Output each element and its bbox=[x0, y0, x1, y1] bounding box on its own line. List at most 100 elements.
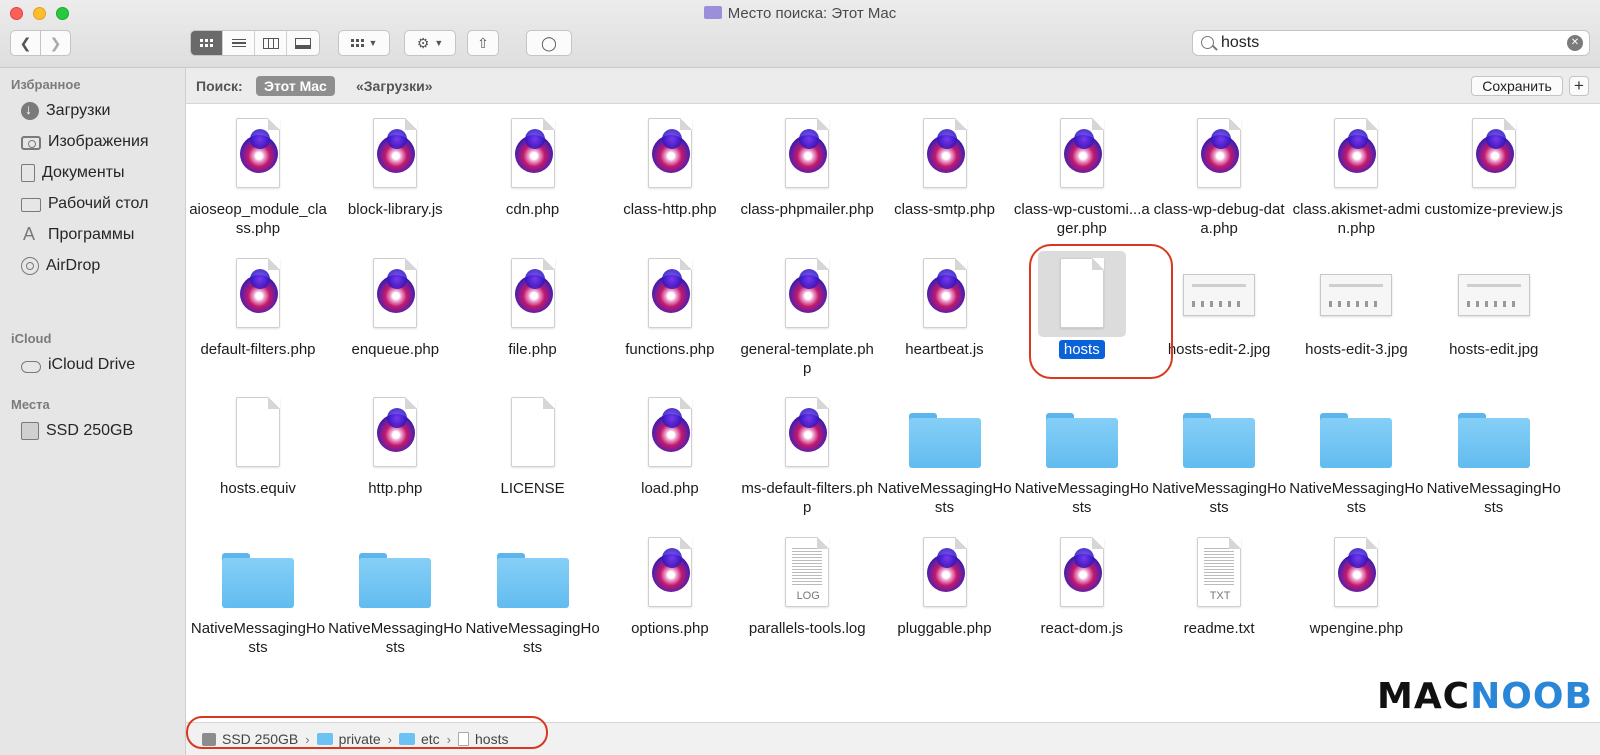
file-item[interactable]: hosts-edit-2.jpg bbox=[1149, 246, 1289, 386]
file-item[interactable]: class-wp-debug-data.php bbox=[1149, 106, 1289, 246]
folder-icon bbox=[1320, 395, 1393, 470]
search-scope-bar: Поиск: Этот Mac «Загрузки» Сохранить + bbox=[186, 68, 1600, 104]
sidebar-item-label: AirDrop bbox=[46, 257, 101, 274]
file-item[interactable]: functions.php bbox=[600, 246, 740, 386]
group-by-button[interactable]: ▼ bbox=[338, 30, 390, 56]
documents-icon bbox=[21, 164, 35, 182]
sidebar-item-favorites-1[interactable]: Изображения bbox=[21, 130, 149, 154]
file-item[interactable]: class-http.php bbox=[600, 106, 740, 246]
file-item[interactable]: class-phpmailer.php bbox=[737, 106, 877, 246]
sidebar-item-favorites-2[interactable]: Документы bbox=[21, 161, 124, 185]
file-item[interactable]: LICENSE bbox=[463, 385, 603, 525]
file-item[interactable]: http.php bbox=[325, 385, 465, 525]
file-name: NativeMessagingHosts bbox=[1426, 480, 1561, 516]
file-item[interactable]: hosts-edit-3.jpg bbox=[1286, 246, 1426, 386]
file-name: NativeMessagingHosts bbox=[1014, 480, 1149, 516]
file-name-container: NativeMessagingHosts bbox=[1012, 479, 1152, 517]
path-bar: SSD 250GB › private › etc › hosts bbox=[186, 722, 1600, 755]
file-item[interactable]: hosts.equiv bbox=[188, 385, 328, 525]
add-criteria-button[interactable]: + bbox=[1569, 76, 1589, 96]
file-item[interactable]: class-wp-customi...ager.php bbox=[1012, 106, 1152, 246]
file-name: react-dom.js bbox=[1040, 619, 1124, 637]
file-name-container: file.php bbox=[463, 340, 603, 359]
folder-icon bbox=[1457, 395, 1530, 470]
file-item[interactable]: react-dom.js bbox=[1012, 525, 1152, 665]
file-item[interactable]: NativeMessagingHosts bbox=[1286, 385, 1426, 525]
file-name-container: react-dom.js bbox=[1012, 619, 1152, 638]
share-button[interactable]: ⇧ bbox=[467, 30, 499, 56]
file-name: hosts bbox=[1058, 339, 1105, 359]
path-separator-icon: › bbox=[305, 731, 310, 747]
clear-search-icon[interactable]: ✕ bbox=[1567, 35, 1583, 51]
file-name-container: heartbeat.js bbox=[875, 340, 1015, 359]
file-item[interactable]: NativeMessagingHosts bbox=[1012, 385, 1152, 525]
file-item[interactable]: file.php bbox=[463, 246, 603, 386]
file-name-container: http.php bbox=[325, 479, 465, 498]
file-item[interactable]: class-smtp.php bbox=[875, 106, 1015, 246]
file-item[interactable]: NativeMessagingHosts bbox=[1424, 385, 1564, 525]
tags-button[interactable]: ◯ bbox=[526, 30, 572, 56]
path-item[interactable]: etc bbox=[398, 731, 440, 747]
sidebar-item-favorites-0[interactable]: Загрузки bbox=[21, 99, 110, 123]
file-name-container: block-library.js bbox=[325, 200, 465, 219]
php-file-icon bbox=[359, 395, 431, 470]
sidebar-item-favorites-5[interactable]: AirDrop bbox=[21, 254, 100, 278]
forward-button[interactable]: ❯ bbox=[40, 30, 71, 56]
file-name: readme.txt bbox=[1183, 619, 1255, 637]
sidebar-item-icloud-0[interactable]: iCloud Drive bbox=[21, 353, 135, 377]
file-name-container: load.php bbox=[600, 479, 740, 498]
file-item[interactable]: NativeMessagingHosts bbox=[1149, 385, 1289, 525]
file-item[interactable]: NativeMessagingHosts bbox=[325, 525, 465, 665]
file-item[interactable]: LOG parallels-tools.log bbox=[737, 525, 877, 665]
file-name: default-filters.php bbox=[200, 340, 316, 358]
scope-downloads[interactable]: «Загрузки» bbox=[356, 78, 433, 94]
file-item[interactable]: pluggable.php bbox=[875, 525, 1015, 665]
file-item[interactable]: ms-default-filters.php bbox=[737, 385, 877, 525]
file-item[interactable]: hosts bbox=[1012, 246, 1152, 386]
search-input[interactable] bbox=[1221, 33, 1551, 53]
scope-this-mac[interactable]: Этот Mac bbox=[256, 76, 335, 96]
file-item[interactable]: block-library.js bbox=[325, 106, 465, 246]
path-item[interactable]: private bbox=[316, 731, 381, 747]
sidebar-item-favorites-4[interactable]: Программы bbox=[21, 223, 134, 247]
file-item[interactable]: TXT readme.txt bbox=[1149, 525, 1289, 665]
file-item[interactable]: NativeMessagingHosts bbox=[875, 385, 1015, 525]
disk-icon bbox=[21, 422, 39, 440]
file-name: load.php bbox=[641, 480, 699, 497]
file-item[interactable]: default-filters.php bbox=[188, 246, 328, 386]
file-item[interactable]: enqueue.php bbox=[325, 246, 465, 386]
file-item[interactable]: wpengine.php bbox=[1286, 525, 1426, 665]
file-item[interactable]: general-template.php bbox=[737, 246, 877, 386]
search-field[interactable]: ✕ bbox=[1192, 30, 1590, 56]
back-button[interactable]: ❮ bbox=[10, 30, 41, 56]
path-item[interactable]: SSD 250GB bbox=[202, 731, 298, 747]
sidebar-heading-icloud: iCloud bbox=[11, 331, 52, 346]
path-item[interactable]: hosts bbox=[458, 731, 508, 747]
sidebar-item-favorites-3[interactable]: Рабочий стол bbox=[21, 192, 148, 216]
file-item[interactable]: hosts-edit.jpg bbox=[1424, 246, 1564, 386]
sidebar-item-label: iCloud Drive bbox=[48, 356, 136, 373]
file-name-container: customize-preview.js bbox=[1424, 200, 1564, 219]
file-item[interactable]: NativeMessagingHosts bbox=[188, 525, 328, 665]
file-item[interactable]: cdn.php bbox=[463, 106, 603, 246]
search-folder-icon bbox=[703, 6, 722, 19]
gallery-view-button[interactable] bbox=[287, 31, 319, 55]
action-menu-button[interactable]: ⚙ ▼ bbox=[404, 30, 456, 56]
save-search-button[interactable]: Сохранить bbox=[1471, 76, 1563, 96]
file-item[interactable]: load.php bbox=[600, 385, 740, 525]
php-file-icon bbox=[1046, 116, 1118, 191]
icon-view-button[interactable] bbox=[191, 31, 223, 55]
file-item[interactable]: NativeMessagingHosts bbox=[463, 525, 603, 665]
column-view-button[interactable] bbox=[255, 31, 287, 55]
file-item[interactable]: heartbeat.js bbox=[875, 246, 1015, 386]
file-item[interactable]: options.php bbox=[600, 525, 740, 665]
list-view-button[interactable] bbox=[223, 31, 255, 55]
file-name-container: class-wp-debug-data.php bbox=[1149, 200, 1289, 238]
file-item[interactable]: customize-preview.js bbox=[1424, 106, 1564, 246]
file-item[interactable]: class.akismet-admin.php bbox=[1286, 106, 1426, 246]
path-item-label: private bbox=[338, 731, 381, 747]
file-type-tag: TXT bbox=[1209, 589, 1231, 602]
file-item[interactable]: aioseop_module_class.php bbox=[188, 106, 328, 246]
gear-icon: ⚙ bbox=[416, 34, 430, 51]
sidebar-item-locations-0[interactable]: SSD 250GB bbox=[21, 419, 133, 443]
